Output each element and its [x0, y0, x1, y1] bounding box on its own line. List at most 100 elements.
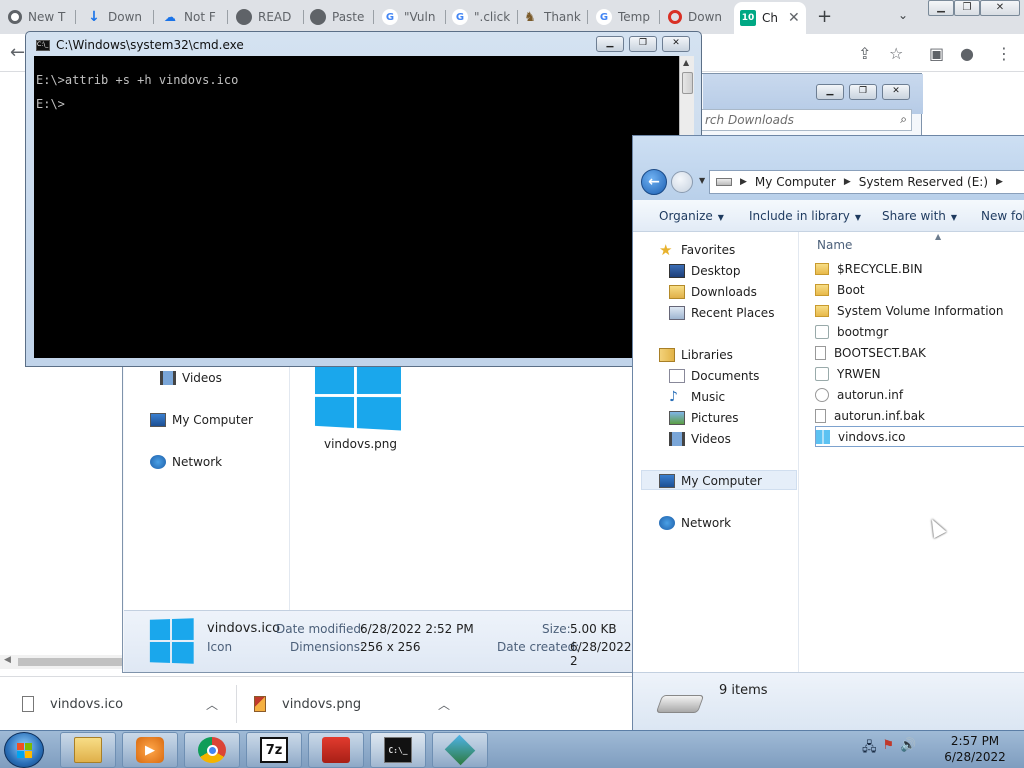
toolbox-icon [322, 737, 350, 763]
tab-download-red[interactable]: Down [668, 4, 732, 30]
scroll-thumb[interactable] [682, 72, 693, 94]
nav-downloads[interactable]: Downloads [669, 285, 757, 299]
nav-network[interactable]: Network [659, 516, 731, 530]
taskbar-toolbox[interactable] [308, 732, 364, 768]
file-row[interactable]: BOOTSECT.BAK [815, 342, 1024, 363]
minimize-button[interactable]: ▁ [928, 0, 954, 16]
taskbar-media-player[interactable]: ▶ [122, 732, 178, 768]
new-folder-button[interactable]: New fold [981, 209, 1024, 223]
libraries-icon [659, 348, 675, 362]
console-output[interactable]: E:\>attrib +s +h vindovs.ico E:\> [34, 56, 679, 358]
column-header-name[interactable]: Name [817, 238, 852, 252]
explorer-maximize-button[interactable]: ❐ [849, 84, 877, 100]
nav-videos[interactable]: Videos [669, 432, 731, 446]
tab-search-button[interactable]: ⌄ [898, 8, 908, 22]
nav-desktop[interactable]: Desktop [669, 264, 741, 278]
share-icon[interactable]: ⇪ [858, 44, 871, 63]
cmd-minimize-button[interactable]: ▁ [596, 36, 624, 52]
back-arrow-icon[interactable]: ← [10, 42, 25, 63]
scroll-left-icon[interactable]: ◀ [4, 655, 11, 665]
nav-item-my-computer[interactable]: My Computer [150, 413, 253, 427]
profile-icon[interactable]: ● [960, 44, 974, 63]
close-button[interactable]: ✕ [980, 0, 1020, 16]
nav-recent-places[interactable]: Recent Places [669, 306, 774, 320]
file-row[interactable]: YRWEN [815, 363, 1024, 384]
explorer-system-reserved-window: ← ▼ ▶ My Computer ▶ System Reserved (E:)… [632, 135, 1024, 731]
cmd-maximize-button[interactable]: ❐ [629, 36, 657, 52]
tab-readme[interactable]: READ [236, 4, 304, 30]
download-item-png[interactable]: vindovs.png ︿ [254, 677, 464, 731]
breadcrumb-my-computer[interactable]: My Computer [755, 175, 836, 189]
tab-thanks[interactable]: ♞ Thank [522, 4, 588, 30]
file-row[interactable]: System Volume Information [815, 300, 1024, 321]
address-bar[interactable]: ▶ My Computer ▶ System Reserved (E:) ▶ [709, 170, 1024, 194]
taskbar-cmd[interactable]: C:\_ [370, 732, 426, 768]
taskbar-chrome[interactable] [184, 732, 240, 768]
nav-favorites[interactable]: ★ Favorites [659, 243, 735, 258]
taskbar-explorer[interactable] [60, 732, 116, 768]
tab-temp[interactable]: G Temp [596, 4, 660, 30]
nav-my-computer[interactable]: My Computer [659, 474, 762, 488]
tab-paste[interactable]: Paste [310, 4, 374, 30]
back-button[interactable]: ← [641, 169, 667, 195]
explorer-close-button[interactable]: ✕ [882, 84, 910, 100]
network-tray-icon[interactable]: 🖧 [862, 738, 877, 760]
windows-logo-thumbnail[interactable] [314, 359, 401, 431]
nav-music[interactable]: ♪ Music [669, 390, 725, 404]
windows-logo-icon [149, 618, 194, 664]
tab-label: Ch [762, 11, 778, 25]
maximize-button[interactable]: ❐ [954, 0, 980, 16]
start-button[interactable] [4, 732, 44, 768]
taskbar-7zip[interactable]: 7z [246, 732, 302, 768]
folder-icon [815, 304, 829, 317]
tab-new-tab[interactable]: New T [8, 4, 76, 30]
nav-item-videos[interactable]: Videos [160, 371, 222, 385]
chevron-up-icon[interactable]: ︿ [206, 696, 218, 713]
tab-google-click[interactable]: G ".click [452, 4, 518, 30]
download-item-ico[interactable]: vindovs.ico ︿ [22, 677, 232, 731]
chevron-right-icon[interactable]: ▶ [740, 177, 747, 187]
taskbar-network-tool[interactable] [432, 732, 488, 768]
tab-downloads[interactable]: ↓ Down [86, 4, 154, 30]
file-row[interactable]: autorun.inf [815, 384, 1024, 405]
clock[interactable]: 2:57 PM 6/28/2022 [930, 733, 1020, 765]
nav-libraries[interactable]: Libraries [659, 348, 733, 362]
include-in-library-button[interactable]: Include in library ▼ [749, 209, 861, 223]
close-tab-icon[interactable]: ✕ [788, 10, 800, 26]
cmd-close-button[interactable]: ✕ [662, 36, 690, 52]
file-row[interactable]: autorun.inf.bak [815, 405, 1024, 426]
file-row[interactable]: bootmgr [815, 321, 1024, 342]
tab-google-vuln[interactable]: G "Vuln [382, 4, 446, 30]
breadcrumb-system-reserved[interactable]: System Reserved (E:) [859, 175, 988, 189]
file-row-selected[interactable]: vindovs.ico [815, 426, 1024, 447]
chevron-right-icon[interactable]: ▶ [996, 177, 1003, 187]
side-panel-icon[interactable]: ▣ [929, 44, 944, 63]
volume-icon[interactable]: 🔊 [900, 738, 916, 760]
bookmark-star-icon[interactable]: ☆ [889, 44, 903, 63]
system-file-icon [815, 366, 829, 381]
nav-item-network[interactable]: Network [150, 455, 222, 469]
action-center-icon[interactable]: ⚑ [883, 738, 895, 760]
search-downloads-input[interactable]: rch Downloads ⌕ [700, 109, 912, 131]
new-tab-button[interactable]: + [817, 6, 832, 27]
organize-button[interactable]: Organize ▼ [659, 209, 724, 223]
nav-pictures[interactable]: Pictures [669, 411, 739, 425]
share-with-button[interactable]: Share with ▼ [882, 209, 957, 223]
search-icon[interactable]: ⌕ [900, 112, 907, 127]
menu-icon[interactable]: ⋮ [996, 44, 1012, 63]
scroll-up-icon[interactable]: ▲ [683, 58, 689, 67]
explorer-minimize-button[interactable]: ▁ [816, 84, 844, 100]
nav-documents[interactable]: Documents [669, 369, 759, 383]
horizontal-scrollbar[interactable]: ◀ [0, 655, 130, 669]
scroll-thumb[interactable] [18, 658, 130, 666]
tab-not-found[interactable]: ☁ Not F [162, 4, 228, 30]
recent-pages-dropdown-icon[interactable]: ▼ [699, 176, 705, 185]
file-row[interactable]: $RECYCLE.BIN [815, 258, 1024, 279]
chevron-right-icon[interactable]: ▶ [844, 177, 851, 187]
cmd-title-bar[interactable]: C:\_ C:\Windows\system32\cmd.exe [36, 38, 244, 52]
file-row[interactable]: Boot [815, 279, 1024, 300]
file-label[interactable]: vindovs.png [324, 437, 397, 451]
chevron-up-icon[interactable]: ︿ [438, 696, 450, 713]
forward-button[interactable] [671, 171, 693, 193]
tab-active[interactable]: 10 Ch ✕ [734, 2, 806, 34]
